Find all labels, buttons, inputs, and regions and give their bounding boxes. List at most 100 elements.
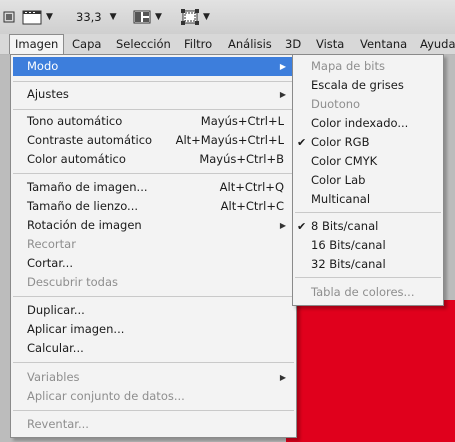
submenu-arrow-icon: ▶ [279,373,286,382]
menu-item-label: Tamaño de lienzo... [27,199,139,213]
submenu-item-color-indexado[interactable]: Color indexado... [293,114,443,133]
menu-item-label: Duotono [311,97,361,111]
menu-item-label: Aplicar conjunto de datos... [27,389,185,403]
menu-item-shortcut: Mayús+Ctrl+B [199,152,284,166]
extras-icon [181,9,199,25]
menu-separator [13,362,294,363]
menu-item-label: Contraste automático [27,133,153,147]
menu-item-label: Variables [27,370,80,384]
tool-glyph-icon [3,11,15,23]
screen-mode-dropdown[interactable]: ▼ [22,9,53,25]
submenu-item-8-bits[interactable]: ✔ 8 Bits/canal [293,217,443,236]
menu-item-color-automatico[interactable]: Color automático Mayús+Ctrl+B [13,150,294,169]
document-canvas[interactable] [286,300,455,442]
extras-arrow-icon: ▼ [203,12,210,22]
modo-submenu: Mapa de bits Escala de grises Duotono Co… [292,54,444,306]
menu-item-ajustes[interactable]: Ajustes ▶ [13,85,294,104]
menu-separator [295,277,441,278]
menu-ventana[interactable]: Ventana [355,34,412,54]
menu-separator [13,173,294,174]
menu-item-contraste-automatico[interactable]: Contraste automático Alt+Mayús+Ctrl+L [13,131,294,150]
submenu-item-mapa-bits[interactable]: Mapa de bits [293,57,443,76]
menu-item-aplicar-imagen[interactable]: Aplicar imagen... [13,320,294,339]
menu-item-shortcut: Mayús+Ctrl+L [200,114,284,128]
menu-item-label: Reventar... [27,417,89,431]
menu-capa[interactable]: Capa [67,34,106,54]
submenu-item-tabla-colores[interactable]: Tabla de colores... [293,283,443,302]
menu-item-label: Calcular... [27,341,84,355]
zoom-arrow-icon: ▼ [109,12,117,22]
arrange-documents-icon [133,10,151,24]
submenu-item-escala-grises[interactable]: Escala de grises [293,76,443,95]
menu-item-label: Rotación de imagen [27,218,142,232]
menu-item-label: Color Lab [311,173,366,187]
menu-item-label: Tamaño de imagen... [27,180,148,194]
menu-item-label: 16 Bits/canal [311,238,386,252]
submenu-arrow-icon: ▶ [279,90,286,99]
submenu-item-multicanal[interactable]: Multicanal [293,190,443,209]
menu-item-label: Multicanal [311,192,371,206]
menu-item-variables[interactable]: Variables ▶ [13,368,294,387]
tool-small-icon[interactable] [3,9,15,25]
menu-filtro[interactable]: Filtro [179,34,217,54]
menu-item-descubrir-todas[interactable]: Descubrir todas [13,273,294,292]
submenu-item-32-bits[interactable]: 32 Bits/canal [293,255,443,274]
menu-item-label: Cortar... [27,256,73,270]
submenu-arrow-icon: ▶ [279,62,286,71]
menu-item-shortcut: Alt+Ctrl+Q [219,180,284,194]
menu-item-label: Descubrir todas [27,275,119,289]
menu-separator [13,109,294,110]
submenu-item-duotono[interactable]: Duotono [293,95,443,114]
extras-dropdown[interactable]: ▼ [181,9,210,25]
arrange-arrow-icon: ▼ [155,12,162,22]
submenu-item-16-bits[interactable]: 16 Bits/canal [293,236,443,255]
submenu-item-color-cmyk[interactable]: Color CMYK [293,152,443,171]
menu-imagen[interactable]: Imagen [9,34,65,54]
menu-item-label: Aplicar imagen... [27,322,125,336]
menu-item-label: Modo [27,59,59,73]
menu-item-label: 8 Bits/canal [311,219,379,233]
submenu-item-color-rgb[interactable]: ✔ Color RGB [293,133,443,152]
menu-item-rotacion-imagen[interactable]: Rotación de imagen ▶ [13,216,294,235]
menu-separator [295,212,441,213]
menu-3d[interactable]: 3D [280,34,306,54]
check-icon: ✔ [297,220,307,233]
menu-vista[interactable]: Vista [311,34,349,54]
menu-item-label: Ajustes [27,87,69,101]
menu-separator [13,410,294,411]
screen-mode-arrow-icon: ▼ [46,12,53,22]
menu-bar: Imagen Capa Selección Filtro Análisis 3D… [0,34,455,55]
menu-item-duplicar[interactable]: Duplicar... [13,301,294,320]
menu-item-label: 32 Bits/canal [311,257,386,271]
submenu-item-color-lab[interactable]: Color Lab [293,171,443,190]
menu-item-modo[interactable]: Modo ▶ [13,57,294,76]
menu-item-tamano-lienzo[interactable]: Tamaño de lienzo... Alt+Ctrl+C [13,197,294,216]
screen-mode-icon [22,10,42,25]
menu-item-shortcut: Alt+Mayús+Ctrl+L [175,133,284,147]
menu-item-label: Color automático [27,152,126,166]
menu-item-label: Tabla de colores... [311,285,415,299]
menu-item-reventar[interactable]: Reventar... [13,415,294,434]
menu-item-aplicar-conjunto-datos[interactable]: Aplicar conjunto de datos... [13,387,294,406]
menu-item-label: Tono automático [27,114,123,128]
zoom-value: 33,3 [76,10,102,24]
menu-item-cortar[interactable]: Cortar... [13,254,294,273]
menu-item-calcular[interactable]: Calcular... [13,339,294,358]
options-bar: ▼ 33,3 ▼ ▼ ▼ [0,0,455,35]
zoom-level-dropdown[interactable]: 33,3 ▼ [76,9,117,25]
arrange-documents-dropdown[interactable]: ▼ [133,9,162,25]
menu-separator [13,81,294,82]
menu-item-label: Mapa de bits [311,59,385,73]
menu-separator [13,296,294,297]
menu-ayuda[interactable]: Ayuda [415,34,455,54]
menu-seleccion[interactable]: Selección [111,34,176,54]
menu-item-tamano-imagen[interactable]: Tamaño de imagen... Alt+Ctrl+Q [13,178,294,197]
submenu-arrow-icon: ▶ [279,221,286,230]
check-icon: ✔ [297,136,307,149]
menu-analisis[interactable]: Análisis [223,34,277,54]
imagen-menu: Modo ▶ Ajustes ▶ Tono automático Mayús+C… [10,54,297,438]
menu-item-label: Escala de grises [311,78,404,92]
menu-item-recortar[interactable]: Recortar [13,235,294,254]
menu-item-tono-automatico[interactable]: Tono automático Mayús+Ctrl+L [13,112,294,131]
menu-item-shortcut: Alt+Ctrl+C [220,199,284,213]
